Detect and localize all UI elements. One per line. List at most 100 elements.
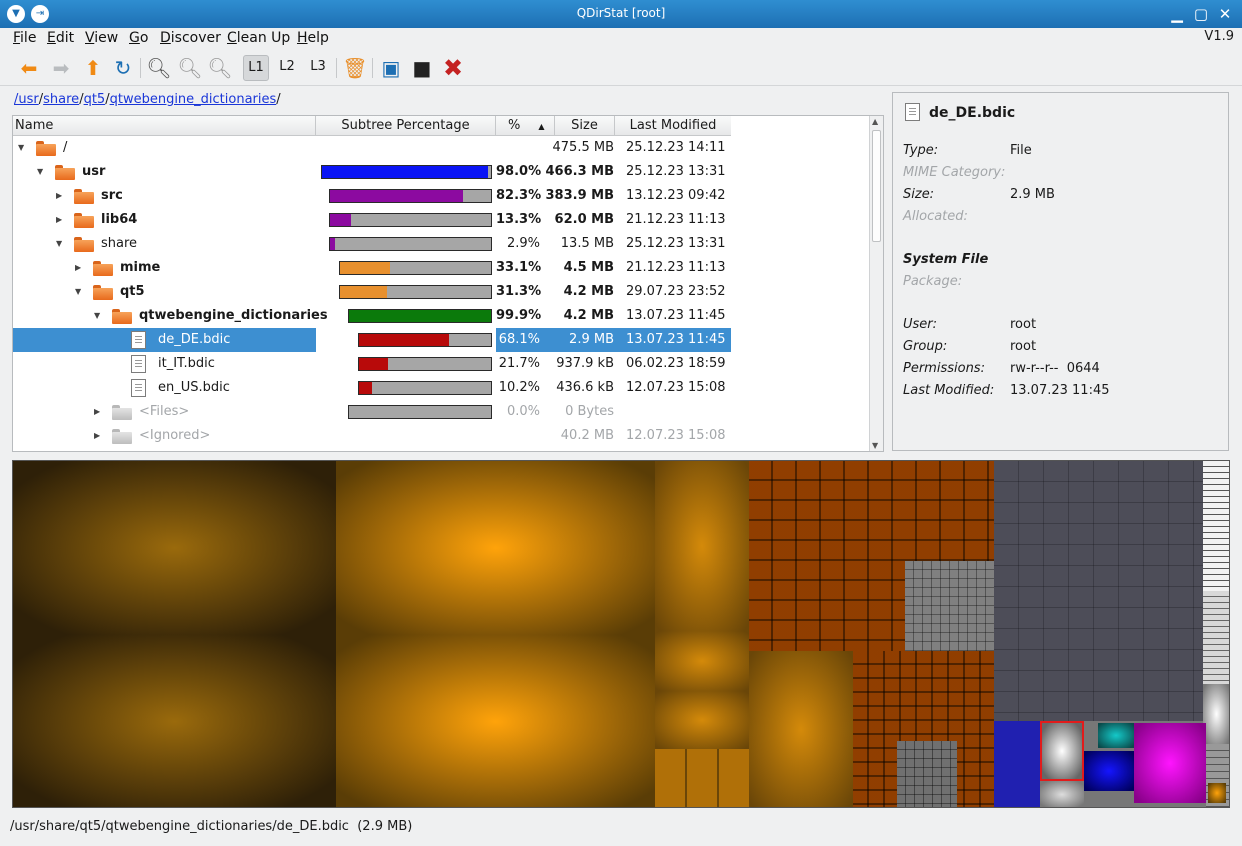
row-last-modified: 13.12.23 09:42 [626, 188, 726, 203]
back-icon[interactable]: ⬅ [16, 55, 42, 81]
close-icon[interactable]: ✕ [1216, 5, 1234, 23]
breadcrumb-usr[interactable]: /usr [14, 92, 39, 107]
breadcrumb-qt5[interactable]: qt5 [84, 92, 106, 107]
scroll-up-icon[interactable]: ▲ [872, 117, 878, 126]
maximize-icon[interactable]: ▢ [1192, 5, 1210, 23]
tree-row[interactable]: ▶ mime 33.1% 4.5 MB 21.12.23 11:13 [13, 256, 731, 280]
expand-arrow-icon[interactable]: ▶ [56, 184, 62, 208]
treemap-tile[interactable] [1134, 723, 1206, 803]
expand-arrow-icon[interactable]: ▶ [56, 208, 62, 232]
column-percent[interactable]: % ▲ [496, 116, 555, 136]
row-last-modified: 21.12.23 11:13 [626, 260, 726, 275]
treemap-tile[interactable] [1203, 461, 1229, 591]
column-last-modified[interactable]: Last Modified [615, 116, 731, 136]
trash-icon[interactable]: 🗑︎ [342, 55, 368, 81]
folder-icon [74, 189, 94, 204]
scroll-thumb[interactable] [872, 130, 881, 242]
treemap-tile[interactable] [1040, 781, 1084, 807]
column-size[interactable]: Size [555, 116, 615, 136]
delete-icon[interactable]: ✖ [440, 55, 466, 81]
menu-go[interactable]: Go [129, 30, 148, 46]
treemap-tile[interactable] [1208, 783, 1226, 803]
file-manager-icon[interactable]: ▣ [378, 55, 404, 81]
tree-row[interactable]: ▶ <Ignored> 40.2 MB 12.07.23 15:08 [13, 424, 731, 448]
zoom-out-icon[interactable]: 🔍︎ [177, 55, 203, 81]
tree-row[interactable]: ▼ share 2.9% 13.5 MB 25.12.23 13:31 [13, 232, 731, 256]
treemap-tile[interactable] [336, 635, 655, 807]
refresh-icon[interactable]: ↻ [110, 55, 136, 81]
treemap-tile[interactable] [655, 749, 749, 807]
treemap-tile[interactable] [994, 721, 1040, 807]
collapse-arrow-icon[interactable]: ▼ [37, 160, 43, 184]
collapse-arrow-icon[interactable]: ▼ [94, 304, 100, 328]
zoom-reset-icon[interactable]: 🔍︎ [207, 55, 233, 81]
tree-scrollbar[interactable]: ▲ ▼ [869, 116, 883, 451]
column-name[interactable]: Name [13, 116, 316, 136]
scroll-down-icon[interactable]: ▼ [872, 441, 878, 450]
treemap[interactable] [12, 460, 1230, 808]
folder-icon [93, 261, 113, 276]
treemap-tile[interactable] [905, 561, 994, 651]
zoom-in-icon[interactable]: 🔍︎ [146, 55, 172, 81]
tree-row[interactable]: ▼ qtwebengine_dictionaries 99.9% 4.2 MB 13.0… [13, 304, 731, 328]
expand-arrow-icon[interactable]: ▶ [94, 424, 100, 448]
treemap-tile[interactable] [1098, 723, 1134, 748]
collapse-arrow-icon[interactable]: ▼ [75, 280, 81, 304]
expand-arrow-icon[interactable]: ▶ [75, 256, 81, 280]
row-size: 4.5 MB [563, 260, 614, 275]
treemap-tile[interactable] [655, 631, 749, 691]
tree-row[interactable]: de_DE.bdic 68.1% 2.9 MB 13.07.23 11:45 [13, 328, 731, 352]
up-icon[interactable]: ⬆ [80, 55, 106, 81]
tree-row[interactable]: ▶ src 82.3% 383.9 MB 13.12.23 09:42 [13, 184, 731, 208]
treemap-tile[interactable] [749, 651, 853, 807]
row-percent: 0.0% [506, 404, 540, 419]
menu-view[interactable]: View [85, 30, 118, 46]
tree-row[interactable]: ▼ / 475.5 MB 25.12.23 14:11 [13, 136, 731, 160]
treemap-tile[interactable] [336, 461, 655, 635]
menu-edit[interactable]: Edit [47, 30, 74, 46]
level-2-button[interactable]: L2 [274, 55, 300, 81]
menu-help[interactable]: Help [297, 30, 329, 46]
treemap-tile[interactable] [655, 691, 749, 749]
forward-icon[interactable]: ➡ [48, 55, 74, 81]
last-modified-value: 13.07.23 11:45 [1010, 383, 1110, 398]
breadcrumb-qtwebengine-dictionaries[interactable]: qtwebengine_dictionaries [110, 92, 277, 107]
expand-arrow-icon[interactable]: ▶ [94, 400, 100, 424]
subtree-percentage-bar [329, 237, 492, 251]
row-size: 0 Bytes [565, 404, 614, 419]
breadcrumb-share[interactable]: share [43, 92, 79, 107]
tree-row[interactable]: it_IT.bdic 21.7% 937.9 kB 06.02.23 18:59 [13, 352, 731, 376]
tree-row[interactable]: ▶ <Files> 0.0% 0 Bytes [13, 400, 731, 424]
details-panel: de_DE.bdic Type: File MIME Category: Siz… [892, 92, 1229, 451]
treemap-tile[interactable] [897, 741, 957, 807]
column-subtree-percentage[interactable]: Subtree Percentage [316, 116, 496, 136]
permissions-label: Permissions: [903, 361, 985, 376]
menu-discover[interactable]: Discover [160, 30, 221, 46]
treemap-tile[interactable] [1203, 684, 1229, 744]
level-3-button[interactable]: L3 [305, 55, 331, 81]
collapse-arrow-icon[interactable]: ▼ [18, 136, 24, 160]
treemap-tile[interactable] [1040, 721, 1084, 781]
row-last-modified: 25.12.23 13:31 [626, 236, 726, 251]
treemap-tile[interactable] [1203, 591, 1229, 684]
treemap-tile[interactable] [13, 461, 336, 635]
minimize-icon[interactable]: ▁ [1168, 5, 1186, 23]
terminal-icon[interactable]: ■ [409, 55, 435, 81]
file-icon [131, 355, 146, 373]
treemap-tile[interactable] [1084, 751, 1134, 791]
row-size: 436.6 kB [556, 380, 614, 395]
tree-row[interactable]: en_US.bdic 10.2% 436.6 kB 12.07.23 15:08 [13, 376, 731, 400]
row-percent: 2.9% [506, 236, 540, 251]
treemap-tile[interactable] [13, 635, 336, 807]
level-1-button[interactable]: L1 [243, 55, 269, 81]
menu-clean-up[interactable]: Clean Up [227, 30, 290, 46]
directory-tree[interactable]: Name Subtree Percentage % ▲ Size Last Mod… [12, 115, 884, 452]
collapse-arrow-icon[interactable]: ▼ [56, 232, 62, 256]
tree-row[interactable]: ▼ usr 98.0% 466.3 MB 25.12.23 13:31 [13, 160, 731, 184]
tree-row[interactable]: ▼ qt5 31.3% 4.2 MB 29.07.23 23:52 [13, 280, 731, 304]
package-label: Package: [903, 274, 963, 289]
menu-file[interactable]: File [13, 30, 36, 46]
treemap-tile[interactable] [655, 461, 749, 631]
treemap-tile[interactable] [994, 461, 1203, 721]
tree-row[interactable]: ▶ lib64 13.3% 62.0 MB 21.12.23 11:13 [13, 208, 731, 232]
